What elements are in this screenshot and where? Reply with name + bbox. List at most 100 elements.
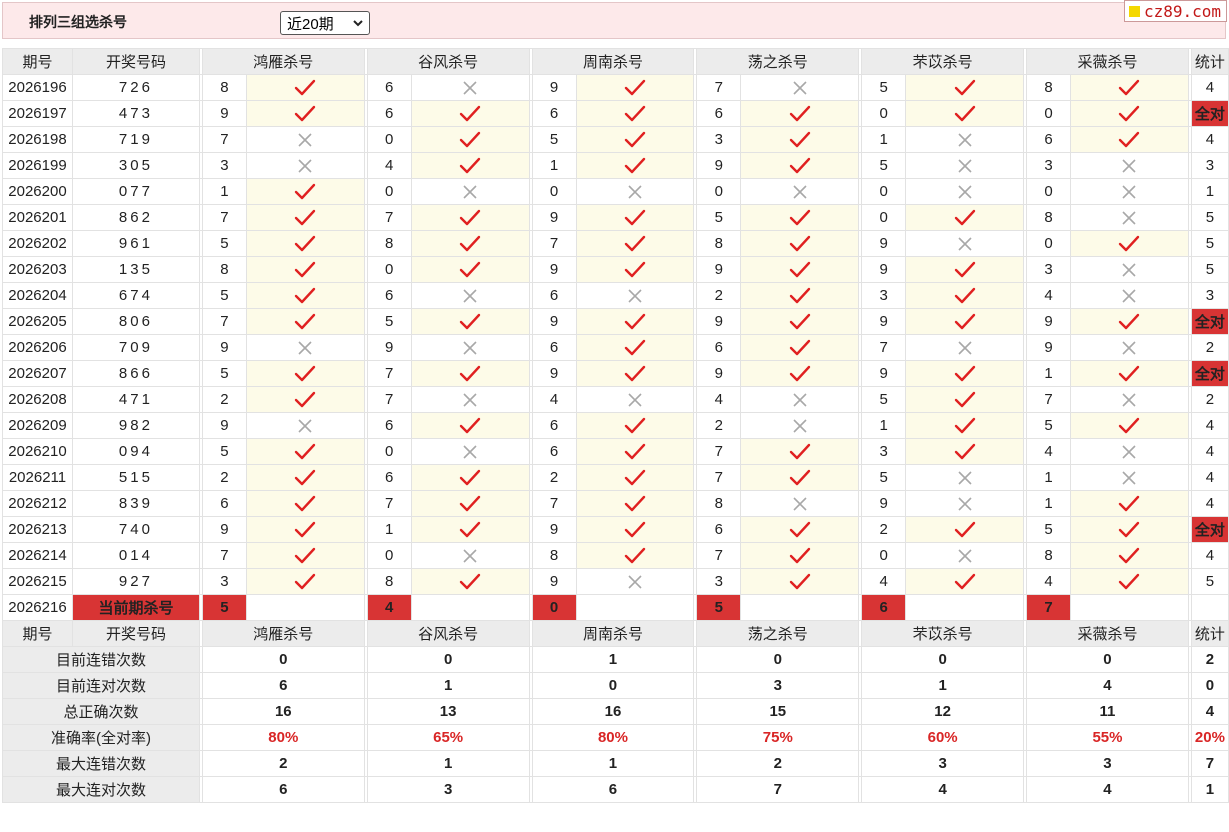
stat-cell: 1 — [1190, 178, 1229, 205]
check-icon — [954, 443, 975, 459]
table-row: 2026214 014 7 0 8 7 0 8 4 — [2, 542, 1229, 569]
kill-number-cell: 3 — [861, 282, 907, 309]
table-row: 2026204 674 5 6 6 2 3 4 3 — [2, 282, 1229, 309]
kill-number-cell: 3 — [201, 568, 247, 595]
check-icon — [789, 131, 810, 147]
kill-number-cell: 7 — [366, 386, 412, 413]
period-cell: 2026203 — [2, 256, 73, 283]
result-correct-cell — [740, 568, 860, 595]
kill-number-cell: 5 — [861, 74, 907, 101]
summary-label: 准确率(全对率) — [2, 724, 200, 751]
cross-icon — [298, 418, 312, 433]
summary-value: 16 — [531, 698, 695, 725]
site-logo[interactable]: cz89.com — [1123, 0, 1227, 22]
summary-value: 75% — [696, 724, 860, 751]
result-correct-cell — [905, 308, 1025, 335]
kill-number-cell: 9 — [861, 308, 907, 335]
empty-cell — [905, 594, 1025, 621]
kill-number-cell: 4 — [696, 386, 742, 413]
kill-number-cell: 9 — [861, 256, 907, 283]
summary-value: 65% — [366, 724, 530, 751]
result-correct-cell — [575, 542, 695, 569]
cross-icon — [1122, 184, 1136, 199]
period-cell: 2026212 — [2, 490, 73, 517]
result-wrong-cell — [245, 126, 365, 153]
cross-icon — [463, 184, 477, 199]
check-icon — [459, 157, 481, 173]
result-correct-cell — [905, 204, 1025, 231]
check-icon — [1119, 131, 1140, 147]
kill-number-cell: 8 — [201, 256, 247, 283]
summary-value: 1 — [531, 646, 695, 673]
check-icon — [954, 105, 975, 121]
kill-number-cell: 1 — [861, 412, 907, 439]
kill-number-cell: 5 — [201, 282, 247, 309]
check-icon — [624, 131, 646, 147]
cross-icon — [1122, 392, 1136, 407]
result-correct-cell — [740, 126, 860, 153]
check-icon — [1119, 547, 1140, 563]
table-row: 2026197 473 9 6 6 6 0 0 全对 — [2, 100, 1229, 127]
kill-number-cell: 8 — [1026, 204, 1071, 231]
period-select[interactable]: 近20期 — [280, 11, 370, 35]
result-wrong-cell — [905, 230, 1025, 257]
result-wrong-cell — [575, 568, 695, 595]
cross-icon — [1122, 158, 1136, 173]
kill-number-cell: 8 — [696, 230, 742, 257]
cross-icon — [958, 236, 972, 251]
cross-icon — [958, 184, 972, 199]
summary-value: 1 — [366, 750, 530, 777]
col-header-expert: 谷风杀号 — [366, 620, 530, 647]
cross-icon — [298, 132, 312, 147]
kill-number-cell: 9 — [696, 152, 742, 179]
result-correct-cell — [245, 464, 365, 491]
result-correct-cell — [905, 516, 1025, 543]
check-icon — [1119, 235, 1140, 251]
result-correct-cell — [575, 360, 695, 387]
empty-cell — [1190, 594, 1229, 621]
result-correct-cell — [740, 308, 860, 335]
kill-number-cell: 2 — [696, 412, 742, 439]
kill-number-cell: 5 — [861, 464, 907, 491]
check-icon — [954, 521, 975, 537]
kill-number-cell: 0 — [861, 204, 907, 231]
table-row: 2026199 305 3 4 1 9 5 3 3 — [2, 152, 1229, 179]
cross-icon — [958, 132, 972, 147]
check-icon — [295, 105, 316, 121]
summary-stat-value: 1 — [1190, 776, 1229, 803]
kill-number-cell: 6 — [366, 282, 412, 309]
result-correct-cell — [245, 282, 365, 309]
summary-value: 4 — [1026, 776, 1189, 803]
result-correct-cell — [575, 308, 695, 335]
kill-number-cell: 0 — [366, 178, 412, 205]
check-icon — [954, 287, 975, 303]
period-select-value: 近20期 — [287, 15, 334, 33]
draw-number-cell: 077 — [71, 178, 200, 205]
stat-cell: 2 — [1190, 334, 1229, 361]
cross-icon — [958, 158, 972, 173]
summary-value: 4 — [861, 776, 1025, 803]
cross-icon — [793, 80, 807, 95]
summary-value: 0 — [201, 646, 365, 673]
check-icon — [624, 105, 646, 121]
stat-cell: 5 — [1190, 230, 1229, 257]
all-correct-badge: 全对 — [1190, 100, 1229, 127]
kill-number-cell: 7 — [696, 438, 742, 465]
kill-number-cell: 0 — [366, 438, 412, 465]
col-header-period: 期号 — [2, 48, 73, 75]
result-correct-cell — [245, 308, 365, 335]
check-icon — [295, 547, 316, 563]
kill-number-cell: 9 — [366, 334, 412, 361]
stat-cell: 4 — [1190, 126, 1229, 153]
current-kill-label: 当前期杀号 — [71, 594, 200, 621]
kill-number-cell: 1 — [1026, 360, 1071, 387]
kill-number-cell: 0 — [366, 542, 412, 569]
summary-value: 6 — [531, 776, 695, 803]
kill-number-cell: 6 — [1026, 126, 1071, 153]
check-icon — [295, 235, 316, 251]
check-icon — [459, 573, 481, 589]
kill-number-cell: 0 — [861, 178, 907, 205]
summary-value: 0 — [366, 646, 530, 673]
kill-number-cell: 7 — [531, 490, 577, 517]
cross-icon — [958, 340, 972, 355]
